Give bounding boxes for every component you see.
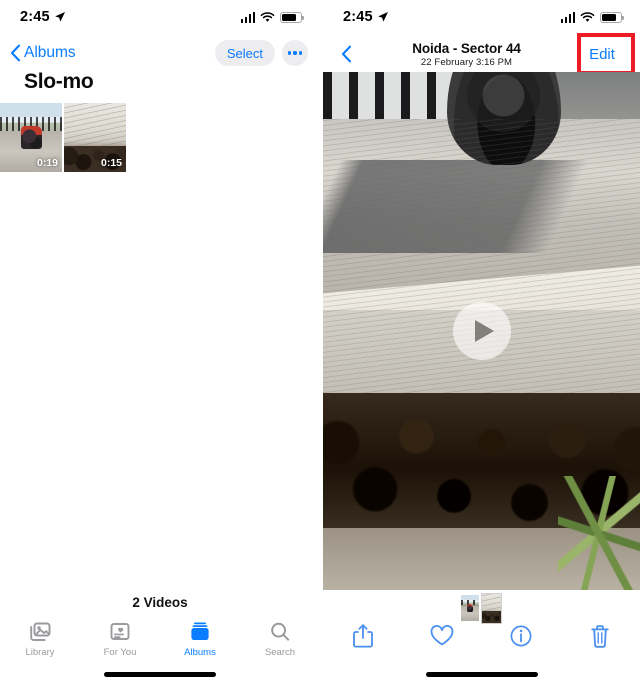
status-bar-right: 2:45 xyxy=(323,0,640,34)
cellular-bars-icon xyxy=(560,11,575,23)
edit-button-wrapper: Edit xyxy=(572,32,635,75)
dual-screenshot-comparison: 2:45 Albums Select Slo-mo 0:19 0:15 2 Vi… xyxy=(0,0,640,686)
photo-nav-bar: Noida - Sector 44 22 February 3:16 PM Ed… xyxy=(323,32,640,75)
ellipsis-icon xyxy=(287,51,303,55)
albums-screen: 2:45 Albums Select Slo-mo 0:19 0:15 2 Vi… xyxy=(0,0,320,686)
video-duration: 0:19 xyxy=(36,157,58,169)
wifi-icon xyxy=(580,11,595,22)
chevron-left-icon xyxy=(10,44,21,62)
status-icons-left xyxy=(240,11,304,23)
heart-icon xyxy=(430,625,454,646)
play-button[interactable] xyxy=(452,302,511,360)
for-you-icon xyxy=(110,622,130,640)
status-time-right: 2:45 xyxy=(343,9,389,25)
status-bar-left: 2:45 xyxy=(0,0,320,34)
select-label: Select xyxy=(226,45,263,61)
tab-label: For You xyxy=(103,646,137,658)
photo-detail-screen: 2:45 Noida - Sector 44 22 February 3:16 … xyxy=(323,0,640,686)
location-arrow-icon xyxy=(55,12,65,22)
photo-datetime: 22 February 3:16 PM xyxy=(420,56,513,68)
battery-icon xyxy=(280,11,304,23)
video-thumbnail-2[interactable]: 0:15 xyxy=(64,103,126,172)
albums-icon xyxy=(191,622,209,640)
search-icon xyxy=(271,622,290,641)
edit-button[interactable]: Edit xyxy=(589,46,615,63)
albums-nav-actions: Select xyxy=(214,40,308,66)
info-icon xyxy=(510,625,532,647)
info-button[interactable] xyxy=(482,624,561,648)
battery-icon xyxy=(600,11,624,23)
tab-label: Search xyxy=(264,646,296,658)
item-count-label: 2 Videos xyxy=(132,595,188,610)
tab-label: Library xyxy=(25,646,55,658)
select-button[interactable]: Select xyxy=(214,40,275,66)
photo-location-title: Noida - Sector 44 xyxy=(412,40,521,56)
chevron-left-icon xyxy=(341,45,351,63)
back-label: Albums xyxy=(24,44,76,61)
status-time-text: 2:45 xyxy=(20,9,50,25)
more-options-button[interactable] xyxy=(282,40,308,66)
tab-for-you[interactable]: For You xyxy=(80,621,160,658)
albums-nav-bar: Albums Select xyxy=(0,38,320,68)
video-duration: 0:15 xyxy=(100,157,122,169)
library-icon xyxy=(30,622,51,641)
home-indicator-left xyxy=(104,672,216,677)
delete-button[interactable] xyxy=(561,624,640,649)
page-title: Slo-mo xyxy=(24,70,94,93)
photo-plant xyxy=(557,476,640,590)
favorite-button[interactable] xyxy=(402,624,481,648)
wifi-icon xyxy=(260,11,275,22)
trash-icon xyxy=(591,624,610,648)
home-indicator-right xyxy=(425,672,538,677)
status-icons-right xyxy=(560,11,624,23)
video-preview[interactable] xyxy=(323,72,640,590)
play-icon xyxy=(474,320,494,342)
video-thumbnail-grid: 0:19 0:15 xyxy=(0,103,126,172)
share-button[interactable] xyxy=(323,623,402,649)
back-to-albums-button[interactable]: Albums xyxy=(10,44,76,62)
tab-albums[interactable]: Albums xyxy=(160,621,240,658)
back-button[interactable] xyxy=(331,45,361,63)
tab-library[interactable]: Library xyxy=(0,621,80,658)
status-time-text: 2:45 xyxy=(343,9,373,25)
photo-toolbar xyxy=(323,616,640,656)
tab-search[interactable]: Search xyxy=(240,621,320,658)
photo-title-block: Noida - Sector 44 22 February 3:16 PM xyxy=(361,41,572,68)
share-icon xyxy=(352,624,373,648)
location-arrow-icon xyxy=(378,12,388,22)
tab-bar: Library For You Albums Search xyxy=(0,614,320,664)
cellular-bars-icon xyxy=(240,11,255,23)
photo-texture xyxy=(323,118,640,440)
video-thumbnail-1[interactable]: 0:19 xyxy=(0,103,62,172)
status-time-left: 2:45 xyxy=(20,9,66,25)
tab-label: Albums xyxy=(184,646,216,658)
